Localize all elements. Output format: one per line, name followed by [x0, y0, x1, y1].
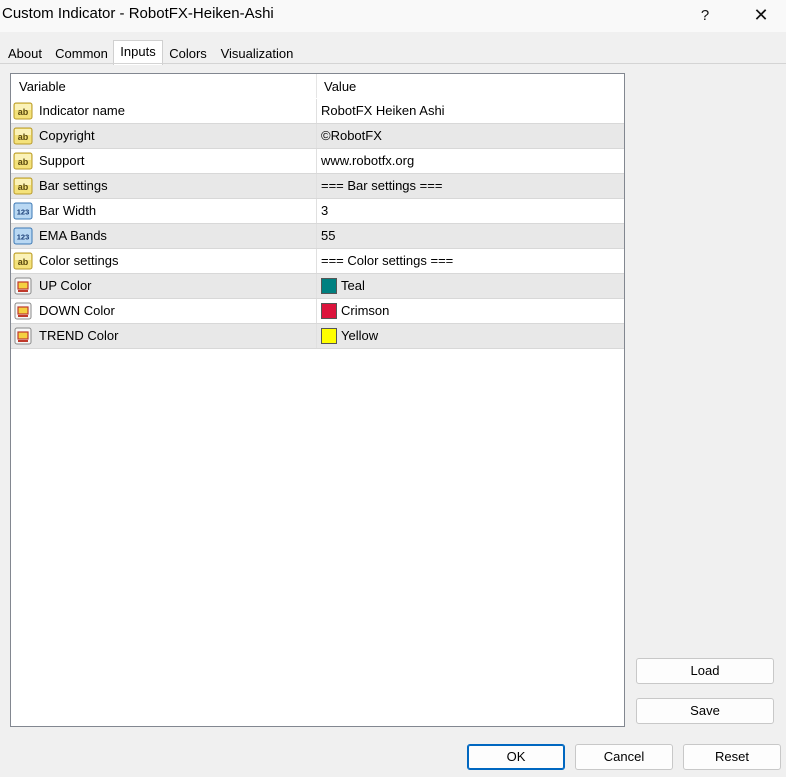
- title-bar: Custom Indicator - RobotFX-Heiken-Ashi ?…: [0, 0, 786, 32]
- variable-name: Bar Width: [39, 203, 97, 218]
- variable-name: DOWN Color: [39, 303, 115, 318]
- table-row[interactable]: DOWN Color Crimson: [11, 299, 624, 324]
- column-separator: [316, 324, 317, 348]
- cancel-button[interactable]: Cancel: [575, 744, 673, 770]
- table-body: ab Indicator name RobotFX Heiken Ashi ab Cop…: [11, 99, 624, 349]
- number-123-icon: 123: [13, 202, 33, 220]
- number-123-icon: 123: [13, 227, 33, 245]
- color-swatch[interactable]: [321, 328, 337, 344]
- variable-value[interactable]: 55: [321, 224, 335, 248]
- string-ab-icon: ab: [13, 102, 33, 120]
- variable-value[interactable]: 3: [321, 199, 328, 223]
- tab-about[interactable]: About: [3, 42, 47, 64]
- table-row[interactable]: ab Indicator name RobotFX Heiken Ashi: [11, 99, 624, 124]
- column-separator: [316, 124, 317, 148]
- tab-divider: [0, 63, 786, 64]
- tab-inputs[interactable]: Inputs: [113, 40, 163, 65]
- color-swatch[interactable]: [321, 303, 337, 319]
- variable-name: Support: [39, 153, 85, 168]
- color-palette-icon: [13, 277, 33, 295]
- column-separator: [316, 199, 317, 223]
- svg-text:ab: ab: [18, 132, 29, 142]
- table-row[interactable]: 123 EMA Bands 55: [11, 224, 624, 249]
- table-row[interactable]: ab Support www.robotfx.org: [11, 149, 624, 174]
- variable-name: TREND Color: [39, 328, 119, 343]
- column-separator: [316, 249, 317, 273]
- save-button[interactable]: Save: [636, 698, 774, 724]
- variable-name: Bar settings: [39, 178, 108, 193]
- column-separator: [316, 99, 317, 123]
- column-separator: [316, 274, 317, 298]
- variable-value[interactable]: RobotFX Heiken Ashi: [321, 99, 445, 123]
- color-value[interactable]: Crimson: [341, 299, 389, 323]
- inputs-table[interactable]: Variable Value ab Indicator name RobotFX H…: [10, 73, 625, 727]
- window-title: Custom Indicator - RobotFX-Heiken-Ashi: [2, 5, 274, 22]
- column-separator: [316, 174, 317, 198]
- column-separator: [316, 149, 317, 173]
- column-header-variable[interactable]: Variable: [19, 74, 66, 98]
- column-header-value[interactable]: Value: [324, 74, 356, 98]
- header-separator[interactable]: [316, 74, 317, 98]
- table-row[interactable]: TREND Color Yellow: [11, 324, 624, 349]
- variable-name: UP Color: [39, 278, 92, 293]
- color-value[interactable]: Teal: [341, 274, 365, 298]
- variable-value[interactable]: === Bar settings ===: [321, 174, 442, 198]
- table-row[interactable]: ab Color settings === Color settings ===: [11, 249, 624, 274]
- variable-value[interactable]: ©RobotFX: [321, 124, 382, 148]
- load-button[interactable]: Load: [636, 658, 774, 684]
- close-button[interactable]: ✕: [738, 0, 784, 30]
- column-separator: [316, 224, 317, 248]
- column-separator: [316, 299, 317, 323]
- help-button[interactable]: ?: [682, 0, 728, 30]
- tab-colors[interactable]: Colors: [164, 42, 212, 64]
- variable-name: Color settings: [39, 253, 119, 268]
- reset-button[interactable]: Reset: [683, 744, 781, 770]
- string-ab-icon: ab: [13, 127, 33, 145]
- variable-value[interactable]: === Color settings ===: [321, 249, 453, 273]
- table-row[interactable]: UP Color Teal: [11, 274, 624, 299]
- variable-name: Indicator name: [39, 103, 125, 118]
- tab-visualization[interactable]: Visualization: [214, 42, 300, 64]
- string-ab-icon: ab: [13, 177, 33, 195]
- svg-text:ab: ab: [18, 257, 29, 267]
- svg-text:ab: ab: [18, 157, 29, 167]
- color-value[interactable]: Yellow: [341, 324, 378, 348]
- string-ab-icon: ab: [13, 152, 33, 170]
- svg-text:123: 123: [17, 208, 30, 217]
- string-ab-icon: ab: [13, 252, 33, 270]
- color-palette-icon: [13, 327, 33, 345]
- tab-common[interactable]: Common: [49, 42, 114, 64]
- table-row[interactable]: 123 Bar Width 3: [11, 199, 624, 224]
- color-palette-icon: [13, 302, 33, 320]
- ok-button[interactable]: OK: [467, 744, 565, 770]
- svg-text:ab: ab: [18, 182, 29, 192]
- svg-text:123: 123: [17, 233, 30, 242]
- table-row[interactable]: ab Copyright ©RobotFX: [11, 124, 624, 149]
- variable-name: EMA Bands: [39, 228, 107, 243]
- svg-text:ab: ab: [18, 107, 29, 117]
- table-header: Variable Value: [11, 74, 624, 98]
- variable-name: Copyright: [39, 128, 95, 143]
- color-swatch[interactable]: [321, 278, 337, 294]
- table-row[interactable]: ab Bar settings === Bar settings ===: [11, 174, 624, 199]
- variable-value[interactable]: www.robotfx.org: [321, 149, 414, 173]
